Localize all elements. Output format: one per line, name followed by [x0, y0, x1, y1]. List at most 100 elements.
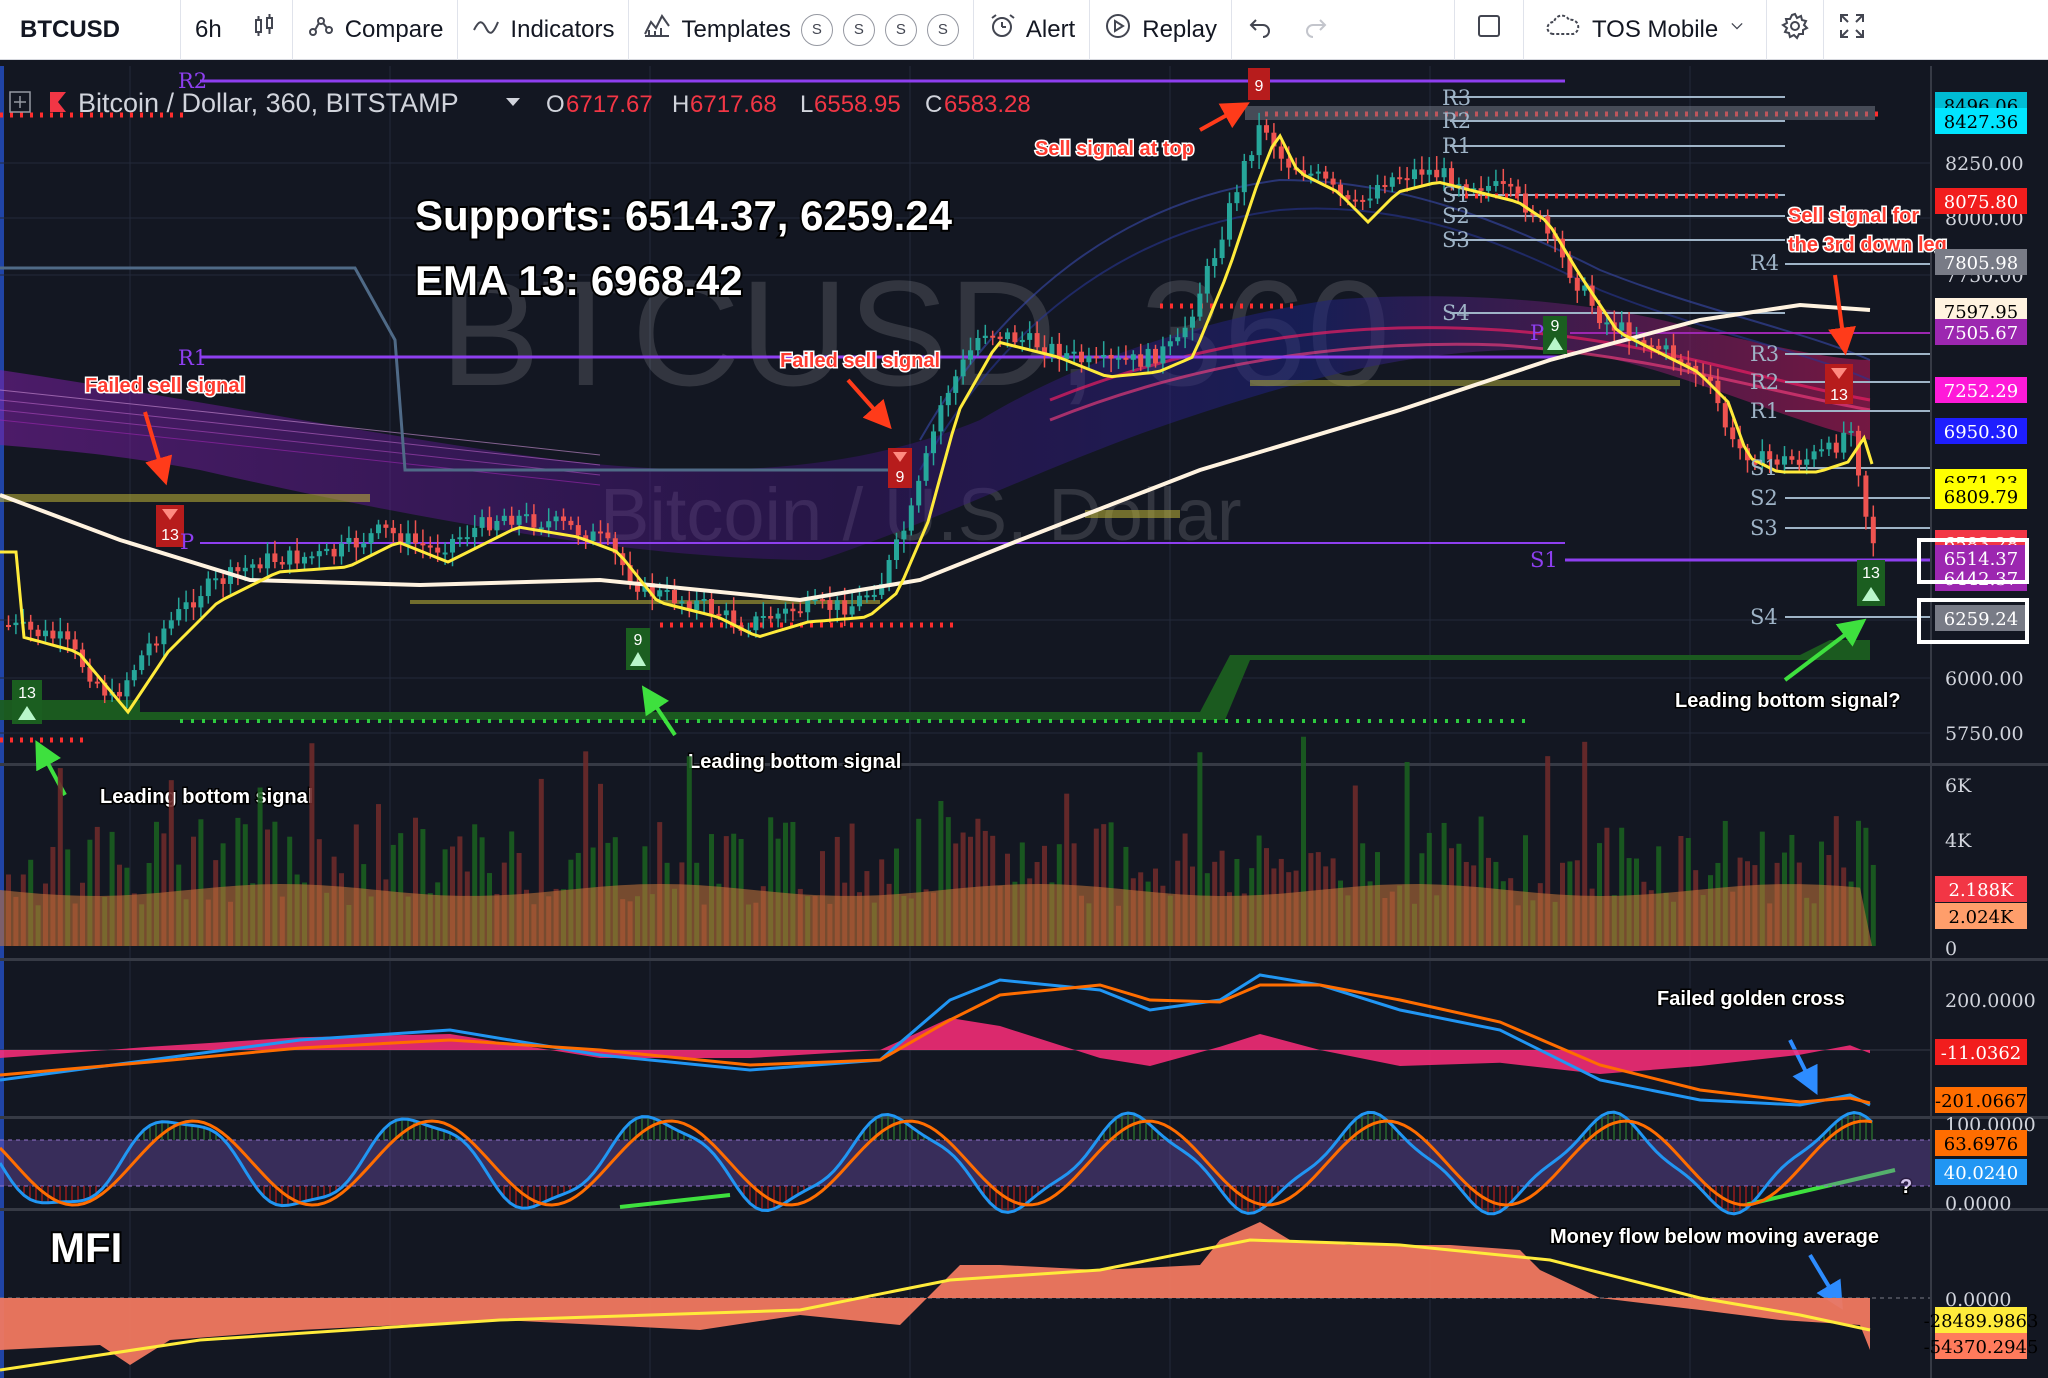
candle-body — [1079, 351, 1084, 363]
candle-body — [50, 630, 56, 639]
candle-body — [450, 538, 455, 553]
candle-body — [117, 691, 122, 697]
candle-body — [1256, 125, 1262, 156]
candle-body — [1708, 376, 1713, 381]
symbol-label: BTCUSD — [20, 15, 120, 43]
candle-body — [198, 596, 204, 608]
axis-tick-label: 0 — [1945, 938, 1957, 960]
price-tag-label: 6950.30 — [1944, 422, 2018, 443]
axis-tick-label: 4K — [1945, 830, 1972, 852]
candle-body — [938, 405, 944, 432]
pivot-right-s2: S2 — [1750, 486, 1778, 510]
legend-open-label: O — [546, 91, 565, 118]
settings-button[interactable] — [1767, 0, 1823, 60]
candle-body — [1264, 125, 1269, 133]
candle-body — [871, 594, 877, 597]
td-buy-9-right: 9 — [1543, 316, 1567, 354]
candle-body — [1671, 345, 1676, 360]
candle-body — [1404, 178, 1410, 181]
ema-note: EMA 13: 6968.42 — [415, 257, 743, 304]
legend-close-label: C — [925, 91, 942, 118]
candle-body — [1389, 177, 1395, 187]
top-toolbar: BTCUSD 6h Compare Indicators Templates S… — [0, 0, 2048, 60]
candle-body — [250, 564, 256, 568]
candle-body — [1375, 185, 1380, 199]
price-tag-label: 40.0240 — [1944, 1163, 2018, 1184]
legend-title[interactable]: Bitcoin / Dollar, 360, BITSTAMP — [78, 88, 459, 118]
candle-body — [657, 590, 663, 597]
redo-button[interactable] — [1288, 0, 1344, 60]
indicators-button[interactable]: Indicators — [458, 0, 628, 60]
price-axis-border — [1930, 66, 1932, 1378]
candle-body — [1352, 199, 1358, 202]
td-buy-13-right: 13 — [1857, 560, 1885, 606]
candle-body — [864, 595, 870, 598]
candle-body — [368, 533, 374, 544]
candle-body — [1382, 185, 1388, 188]
candle-body — [1656, 345, 1662, 350]
interval-button[interactable]: 6h — [181, 0, 236, 60]
pane-separator-macd[interactable] — [0, 958, 2048, 961]
volume-bar — [1870, 864, 1876, 946]
legend-open-value: 6717.67 — [566, 91, 653, 118]
candle-body — [1515, 186, 1521, 194]
candle-body — [287, 550, 293, 565]
candle-body — [1138, 354, 1144, 367]
candle-body — [1426, 169, 1432, 175]
candle-body — [1782, 456, 1787, 465]
fullscreen-toggle-button[interactable] — [1455, 0, 1523, 60]
study-template-slot-4[interactable]: S — [926, 13, 959, 46]
chart-style-button[interactable] — [236, 0, 292, 60]
price-tag-label: 8427.36 — [1944, 112, 2018, 133]
candle-body — [1123, 357, 1129, 360]
candle-body — [420, 543, 426, 546]
candle-body — [908, 505, 914, 531]
candle-body — [827, 600, 833, 610]
td-buy-13-right-count: 13 — [1862, 565, 1880, 582]
candle-body — [531, 514, 537, 528]
pane-separator-volume[interactable] — [0, 763, 2048, 766]
candle-body — [916, 480, 922, 506]
candle-body — [1826, 442, 1832, 450]
compare-button[interactable]: Compare — [293, 0, 458, 60]
candle-body — [1130, 354, 1136, 360]
candle-body — [1819, 449, 1824, 452]
candle-body — [842, 600, 848, 615]
templates-button[interactable]: Templates S S S S — [629, 0, 972, 60]
candle-body — [1071, 351, 1077, 354]
candle-body — [553, 516, 559, 522]
pivot-right-r3: R3 — [1750, 342, 1779, 366]
study-template-slot-1[interactable]: S — [800, 13, 833, 46]
chart-canvas[interactable]: BTCUSD, 360 Bitcoin / U.S. Dollar — [0, 60, 2048, 1378]
candle-body — [960, 359, 966, 377]
alert-button[interactable]: Alert — [974, 0, 1089, 60]
symbol-search-button[interactable]: BTCUSD — [0, 0, 180, 60]
candle-body — [309, 556, 315, 559]
candle-body — [1441, 168, 1447, 178]
undo-button[interactable] — [1232, 0, 1288, 60]
td-sell-9-mid: 9 — [888, 448, 912, 488]
candle-body — [213, 578, 219, 581]
supports-note: Supports: 6514.37, 6259.24 — [415, 192, 953, 239]
pivot-far-r3: R3 — [1442, 86, 1471, 110]
pane-separator-stoch[interactable] — [0, 1116, 2048, 1119]
candle-body — [509, 515, 515, 525]
pivot-right-s4: S4 — [1750, 605, 1778, 629]
annotation-bottom-1: Leading bottom signal — [100, 786, 313, 808]
compare-label: Compare — [344, 15, 444, 43]
candle-body — [1212, 258, 1218, 266]
candle-body — [1167, 341, 1173, 347]
annotation-bottom-3: Leading bottom signal? — [1675, 690, 1901, 712]
study-template-slot-2[interactable]: S — [842, 13, 875, 46]
layout-menu-button[interactable]: TOS Mobile — [1524, 0, 1766, 60]
study-template-slot-3[interactable]: S — [884, 13, 917, 46]
annotation-golden-cross: Failed golden cross — [1657, 988, 1845, 1010]
replay-button[interactable]: Replay — [1090, 0, 1231, 60]
candles-icon — [250, 12, 278, 47]
td-buy-13-left: 13 — [12, 680, 42, 724]
candle-body — [975, 337, 981, 351]
candle-body — [1493, 181, 1499, 186]
td-buy-9-right-count: 9 — [1551, 318, 1560, 335]
candle-body — [1012, 332, 1018, 343]
expand-button[interactable] — [1824, 0, 1880, 60]
